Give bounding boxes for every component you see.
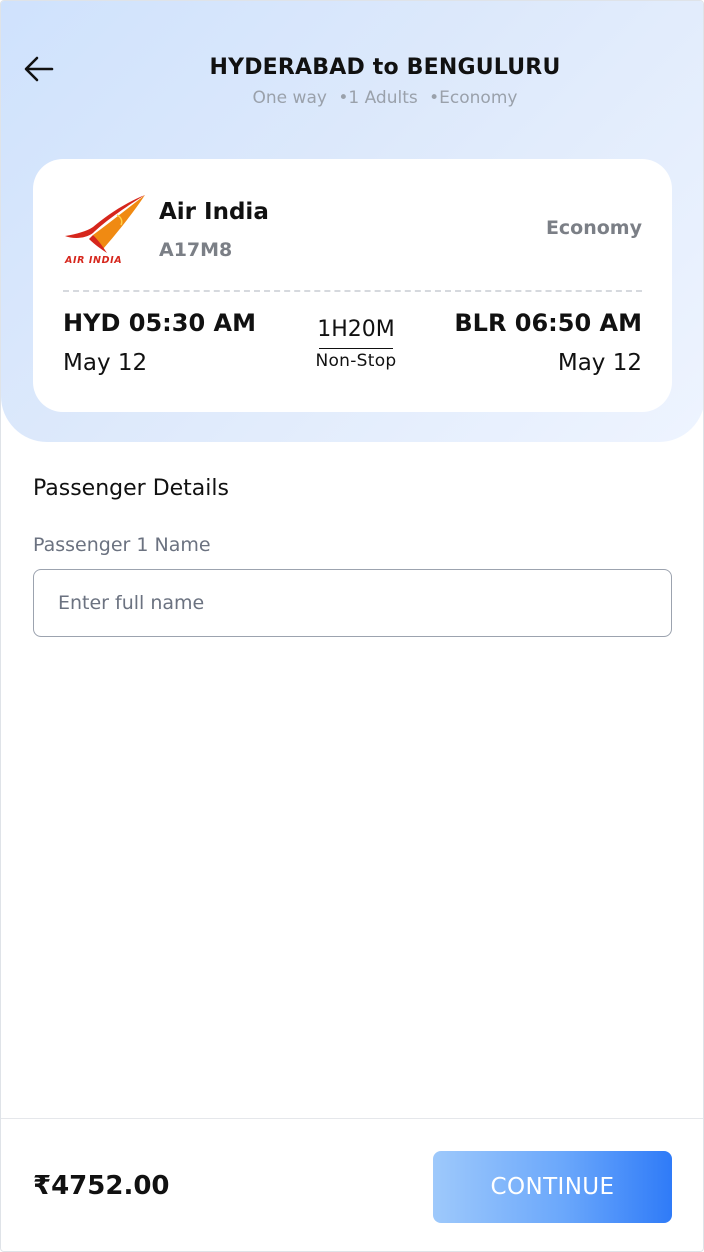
passenger-details-heading: Passenger Details (33, 476, 229, 501)
booking-screen: HYDERABAD to BENGULURU One way •1 Adults… (0, 0, 704, 1252)
page-title: HYDERABAD to BENGULURU (209, 55, 561, 80)
cabin-summary: •Economy (429, 88, 518, 108)
arrival-time: BLR 06:50 AM (454, 309, 642, 337)
header-panel: HYDERABAD to BENGULURU One way •1 Adults… (1, 1, 703, 442)
airline-name: Air India (159, 199, 269, 225)
cabin-class: Economy (545, 217, 642, 239)
flight-card: AIR INDIA Air India A17M8 Economy HYD 05… (33, 159, 672, 412)
passenger-name-input[interactable] (33, 569, 672, 637)
flight-number: A17M8 (159, 239, 233, 261)
arrival-date: May 12 (557, 350, 642, 376)
flight-duration: 1H20M (317, 317, 395, 342)
departure-date: May 12 (63, 350, 148, 376)
continue-button[interactable]: CONTINUE (433, 1151, 672, 1223)
logo-wordmark: AIR INDIA (64, 255, 122, 266)
trip-type: One way (252, 88, 327, 108)
trip-summary: One way •1 Adults •Economy (1, 88, 703, 108)
duration-divider (319, 348, 393, 349)
passenger-name-label: Passenger 1 Name (33, 534, 211, 556)
air-india-logo: AIR INDIA (63, 193, 147, 267)
departure-time: HYD 05:30 AM (63, 309, 256, 337)
card-divider (63, 290, 642, 292)
passenger-count: •1 Adults (338, 88, 418, 108)
footer-bar: ₹4752.00 CONTINUE (1, 1118, 703, 1251)
total-price: ₹4752.00 (33, 1171, 170, 1201)
stops-info: Non-Stop (315, 351, 397, 371)
